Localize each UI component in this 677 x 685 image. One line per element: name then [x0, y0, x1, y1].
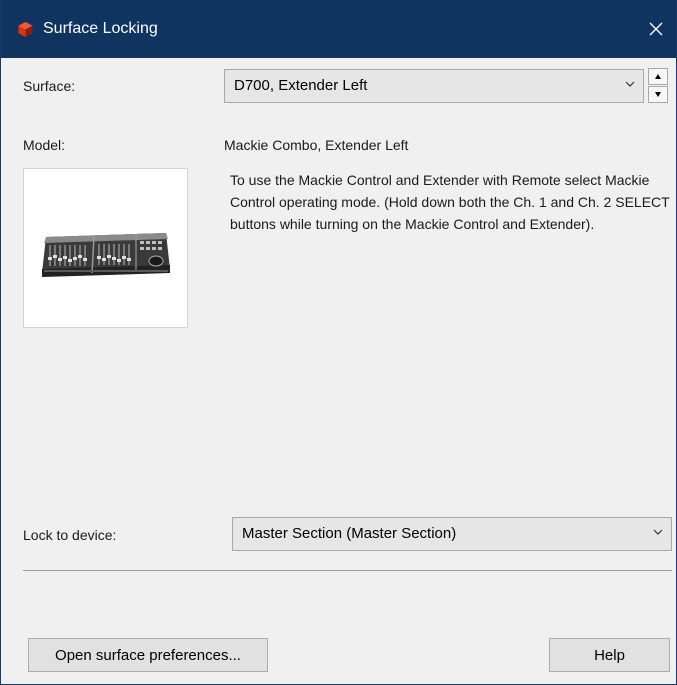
- separator: [23, 570, 672, 571]
- mixer-console-image: [42, 233, 170, 277]
- close-icon: [649, 22, 663, 36]
- arrow-up-icon: [655, 74, 661, 79]
- spin-up-button[interactable]: [648, 68, 668, 85]
- chevron-down-icon: [625, 81, 635, 87]
- chevron-down-icon: [653, 529, 663, 535]
- surface-image: [23, 168, 188, 328]
- lock-device-selected-value: Master Section (Master Section): [242, 525, 457, 542]
- surface-label: Surface:: [23, 78, 76, 94]
- title-bar: Surface Locking: [1, 0, 676, 58]
- arrow-down-icon: [655, 92, 661, 97]
- model-label: Model:: [23, 137, 66, 153]
- spin-down-button[interactable]: [648, 86, 668, 103]
- help-button[interactable]: Help: [549, 638, 670, 672]
- surface-spinner: [648, 68, 668, 104]
- model-description: To use the Mackie Control and Extender w…: [230, 172, 670, 232]
- lock-to-device-label: Lock to device:: [23, 527, 117, 543]
- lock-device-dropdown[interactable]: Master Section (Master Section): [232, 517, 672, 551]
- surface-selected-value: D700, Extender Left: [234, 77, 368, 94]
- surface-dropdown[interactable]: D700, Extender Left: [224, 69, 644, 103]
- model-name: Mackie Combo, Extender Left: [224, 137, 409, 153]
- window-title: Surface Locking: [43, 20, 158, 37]
- close-button[interactable]: [636, 0, 676, 58]
- surface-locking-dialog: Surface Locking Surface: D700, Extender …: [0, 0, 677, 685]
- open-surface-preferences-button[interactable]: Open surface preferences...: [28, 638, 268, 672]
- app-icon: [18, 22, 33, 37]
